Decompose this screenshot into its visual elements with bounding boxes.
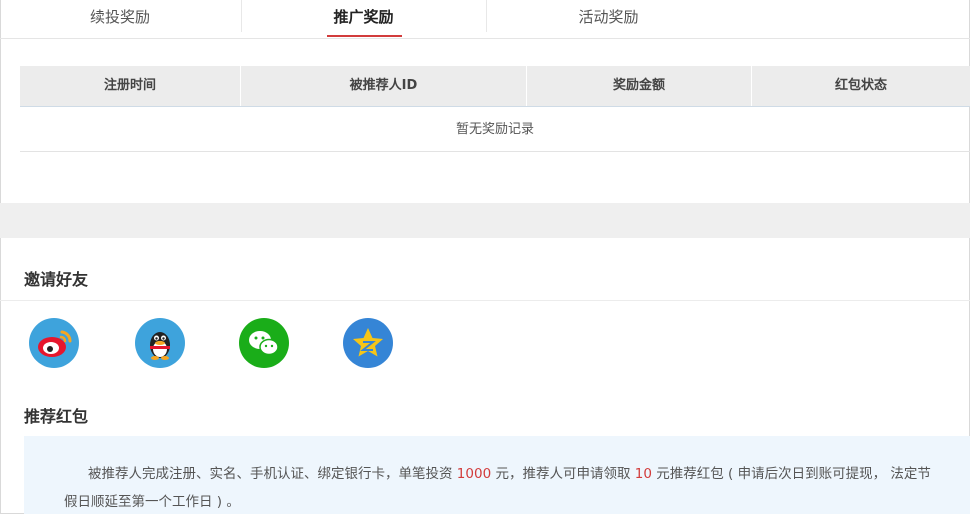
tab-promotion-reward[interactable]: 推广奖励 (242, 0, 485, 38)
tab-activity-reward[interactable]: 活动奖励 (487, 0, 730, 38)
referral-bonus-title: 推荐红包 (24, 407, 89, 426)
section-separator (0, 203, 970, 238)
qq-icon[interactable] (135, 318, 185, 368)
column-header-register-time: 注册时间 (103, 78, 156, 93)
divider (0, 300, 970, 301)
column-header-reward-amount: 奖励金额 (612, 78, 665, 93)
referral-bonus-description: 被推荐人完成注册、实名、手机认证、绑定银行卡，单笔投资 1000 元，推荐人可申… (24, 436, 970, 514)
reward-table: 注册时间 被推荐人ID 奖励金额 红包状态 暂无奖励记录 (20, 66, 970, 152)
invite-friends-title: 邀请好友 (24, 270, 89, 289)
empty-state-text: 暂无奖励记录 (20, 107, 970, 152)
weibo-icon[interactable] (29, 318, 79, 368)
bonus-amount: 10 (634, 466, 652, 482)
qzone-icon[interactable] (343, 318, 393, 368)
wechat-icon[interactable] (239, 318, 289, 368)
reward-tabs: 续投奖励 推广奖励 活动奖励 (0, 0, 970, 39)
tab-renewal-reward[interactable]: 续投奖励 (0, 0, 240, 38)
min-investment-amount: 1000 (456, 466, 492, 482)
column-header-redpacket-status: 红包状态 (834, 78, 887, 93)
table-header: 注册时间 被推荐人ID 奖励金额 红包状态 (20, 66, 970, 107)
column-header-referee-id: 被推荐人ID (349, 78, 418, 93)
active-tab-indicator (327, 35, 402, 37)
